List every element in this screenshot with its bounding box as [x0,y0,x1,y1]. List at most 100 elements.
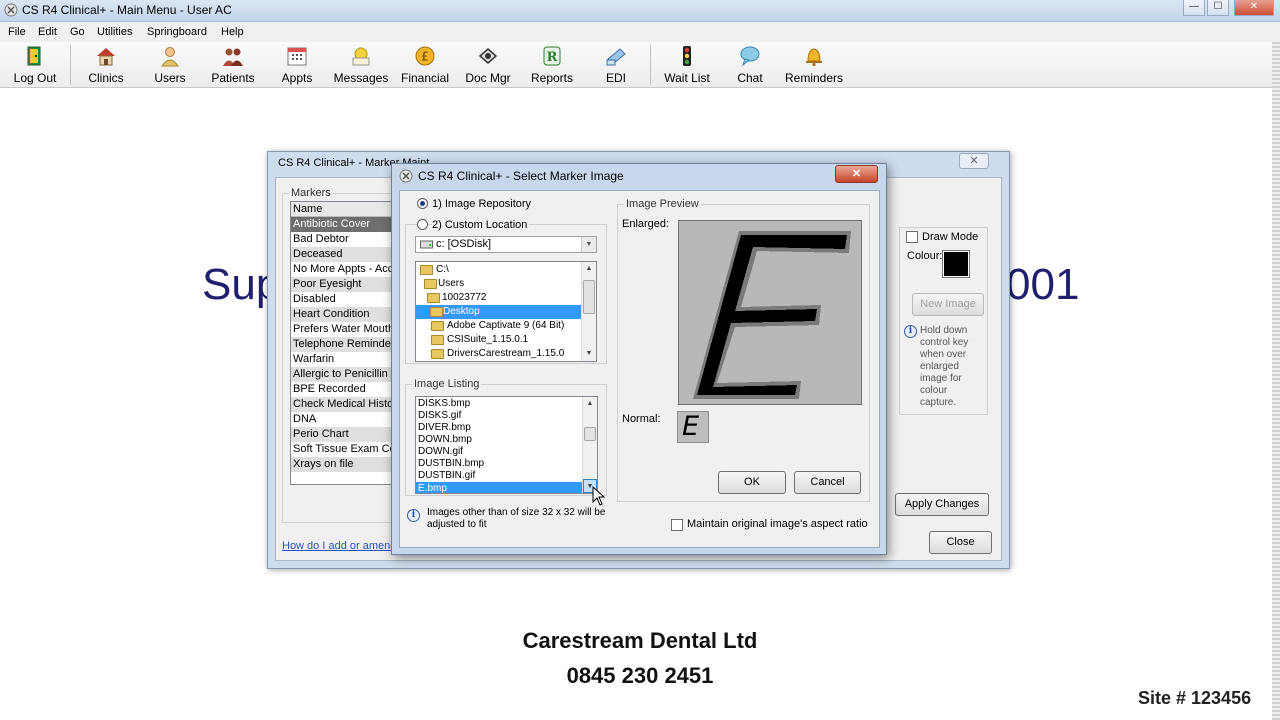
scroll-up-icon[interactable]: ▲ [583,397,597,411]
folder-item[interactable]: DriversCarestream_1.15.0 [447,347,564,361]
scroll-thumb[interactable] [584,427,596,441]
appts-button[interactable]: Appts [274,42,320,88]
menu-edit[interactable]: Edit [38,26,57,38]
scroll-down-icon[interactable]: ▼ [582,347,596,361]
image-list[interactable]: DISKS.bmp DISKS.gif DIVER.bmp DOWN.bmp D… [415,396,598,494]
messages-button[interactable]: Messages [332,42,390,88]
marker-row[interactable]: Xrays on file [291,457,391,472]
colour-swatch[interactable] [942,250,970,278]
marker-row[interactable]: Disabled [291,292,391,307]
folder-tree[interactable]: C:\ Users 10023772 Desktop Adobe Captiva… [415,261,597,362]
drive-icon [420,240,433,249]
chevron-down-icon[interactable]: ▼ [581,237,596,252]
markers-list-header[interactable]: Name [291,202,391,217]
dialog-close-icon[interactable]: ✕ [835,165,878,183]
menu-file[interactable]: File [8,26,26,38]
menu-utilities[interactable]: Utilities [97,26,132,38]
marker-row[interactable]: Prefers Water Mouthwash [291,322,391,337]
marker-row[interactable]: DNA [291,412,391,427]
ok-button[interactable]: OK [718,471,786,494]
marker-row[interactable]: Poor Eyesight [291,277,391,292]
wait-list-label: Wait List [664,71,710,85]
appts-label: Appts [281,71,313,85]
patients-label: Patients [211,71,255,85]
window-title: CS R4 Clinical+ - Main Menu - User AC [22,3,232,17]
clinics-label: Clinics [88,71,124,85]
wait-list-button[interactable]: Wait List [660,42,714,88]
aspect-ratio-checkbox[interactable] [671,519,683,531]
financial-button[interactable]: £ Financial [398,42,452,88]
folder-item[interactable]: C:\ [436,263,449,277]
marker-row[interactable]: Soft Tissue Exam Complete [291,442,391,457]
folder-item[interactable]: 10023772 [442,291,487,305]
edi-icon [606,48,626,66]
messages-icon [352,47,370,66]
edi-button[interactable]: EDI [596,42,636,88]
folder-item[interactable]: CSISuite_1.15.0.1 [447,333,528,347]
doc-mgr-label: Doc Mgr [465,71,511,85]
reminders-button[interactable]: Reminders [782,42,846,88]
drive-select[interactable]: c: [OSDisk] ▼ [415,236,597,253]
marker-row[interactable]: BPE Recorded [291,382,391,397]
users-label: Users [154,71,186,85]
marker-row[interactable]: Check Medical History [291,397,391,412]
exit-door-icon [27,46,41,66]
messages-label: Messages [333,71,389,85]
marker-row[interactable]: Telephone Reminder [291,337,391,352]
maintenance-close-icon[interactable]: ✕ [959,153,989,169]
draw-mode-label: Draw Mode [922,231,979,243]
menu-springboard[interactable]: Springboard [147,26,207,38]
logout-button[interactable]: Log Out [8,42,62,88]
apply-changes-button[interactable]: Apply Changes [895,493,989,516]
scroll-up-icon[interactable]: ▲ [582,262,596,276]
normal-preview-glyph: E [682,411,700,442]
title-bar: CS R4 Clinical+ - Main Menu - User AC — … [0,0,1280,22]
close-window-button[interactable]: ✕ [1234,0,1274,16]
folder-item[interactable]: Users [438,277,464,291]
draw-mode-checkbox[interactable] [906,231,918,243]
enlarged-preview[interactable] [678,220,862,405]
maximize-button[interactable]: ☐ [1207,0,1229,16]
cancel-button[interactable]: Cancel [794,471,861,494]
traffic-light-icon [683,46,691,66]
minimize-button[interactable]: — [1183,0,1205,16]
marker-row[interactable]: No More Appts - Acct [291,262,391,277]
site-number: Site # 123456 [1138,688,1252,708]
marker-row[interactable]: Bad Debtor [291,232,391,247]
folder-icon [427,293,440,303]
menu-help[interactable]: Help [221,26,244,38]
clinics-button[interactable]: Clinics [82,42,130,88]
help-link[interactable]: How do I add or amend [282,540,396,552]
folder-scrollbar[interactable]: ▲ ▼ [581,262,596,361]
marker-row-selected[interactable]: Antibiotic Cover [291,217,391,232]
app-logo-icon [399,169,413,183]
marker-row[interactable]: Perio Chart [291,427,391,442]
patients-button[interactable]: Patients [206,42,260,88]
chat-button[interactable]: Chat [730,42,770,88]
reports-button[interactable]: R Reports [526,42,578,88]
users-button[interactable]: Users [146,42,194,88]
folder-icon [430,307,443,317]
company-name: Carestream Dental Ltd [522,628,758,653]
aspect-ratio-label: Maintain original image's aspect ratio [687,518,868,530]
image-repository-radio[interactable] [417,198,428,209]
scroll-thumb[interactable] [583,280,595,314]
normal-label: Normal: [622,413,661,425]
marker-row[interactable]: Deceased [291,247,391,262]
close-button[interactable]: Close [929,531,992,554]
new-image-button[interactable]: New Image [912,293,984,316]
doc-mgr-button[interactable]: Doc Mgr [462,42,514,88]
marker-row[interactable]: Warfarin [291,352,391,367]
image-item-selected[interactable]: E.bmp [416,482,584,493]
markers-list[interactable]: Name Antibiotic Cover Bad Debtor Deceased No… [290,201,392,485]
image-list-scrollbar[interactable]: ▲ ▼ [582,397,597,493]
folder-item[interactable]: Adobe Captivate 9 (64 Bit) [447,319,564,333]
mouse-cursor-icon [592,486,606,506]
image-item[interactable]: DUSTBIN.gif [418,469,475,483]
marker-row[interactable]: Heart Condition [291,307,391,322]
menu-go[interactable]: Go [70,26,85,38]
enlarged-letter-image [693,231,851,399]
marker-row[interactable]: Allergic to Penicillin [291,367,391,382]
custom-location-radio[interactable] [417,219,428,230]
drive-select-value: c: [OSDisk] [436,238,492,250]
